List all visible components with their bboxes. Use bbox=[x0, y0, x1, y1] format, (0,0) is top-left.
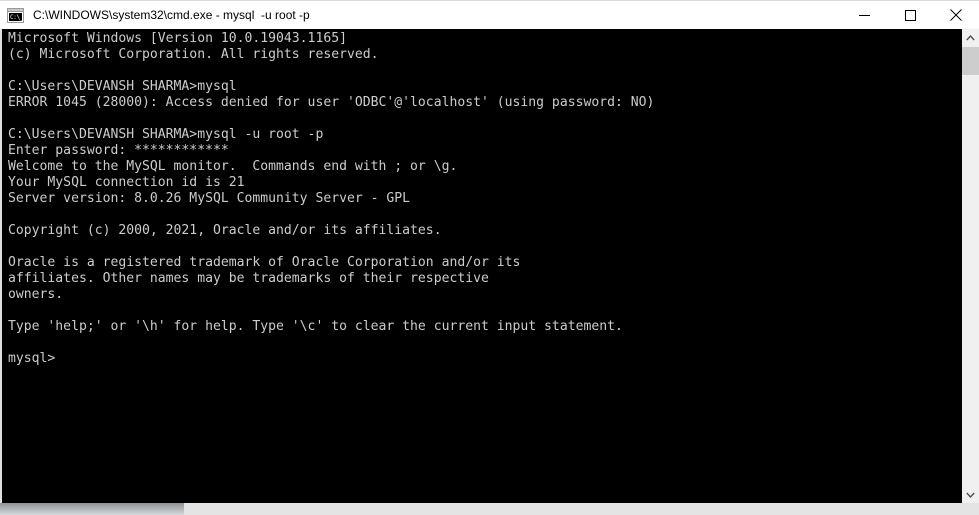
close-button[interactable] bbox=[933, 1, 979, 30]
console-line: C:\Users\DEVANSH SHARMA>mysql -u root -p bbox=[8, 127, 324, 142]
console-text: Microsoft Windows [Version 10.0.19043.11… bbox=[8, 31, 958, 367]
chevron-up-icon bbox=[966, 34, 975, 40]
console-line: Welcome to the MySQL monitor. Commands e… bbox=[8, 159, 458, 174]
window-title: C:\WINDOWS\system32\cmd.exe - mysql -u r… bbox=[33, 8, 310, 22]
console-line: Oracle is a registered trademark of Orac… bbox=[8, 255, 521, 270]
minimize-icon bbox=[858, 14, 870, 16]
chevron-down-icon bbox=[966, 492, 975, 498]
console-line: Copyright (c) 2000, 2021, Oracle and/or … bbox=[8, 223, 442, 238]
maximize-icon bbox=[904, 9, 916, 21]
cmd-window: C:\_ C:\WINDOWS\system32\cmd.exe - mysql… bbox=[0, 0, 979, 515]
scroll-down-button[interactable] bbox=[962, 486, 979, 503]
console-line: ERROR 1045 (28000): Access denied for us… bbox=[8, 95, 655, 110]
vertical-scrollbar-thumb[interactable] bbox=[962, 47, 979, 75]
console-line: Server version: 8.0.26 MySQL Community S… bbox=[8, 191, 411, 206]
minimize-button[interactable] bbox=[841, 1, 887, 30]
title-bar[interactable]: C:\_ C:\WINDOWS\system32\cmd.exe - mysql… bbox=[0, 0, 979, 29]
scroll-up-button[interactable] bbox=[962, 29, 979, 46]
cmd-icon-titlestrip bbox=[8, 8, 23, 12]
maximize-button[interactable] bbox=[887, 1, 933, 30]
horizontal-scrollbar-track[interactable] bbox=[184, 503, 979, 515]
console-line: Enter password: ************ bbox=[8, 143, 229, 158]
horizontal-scrollbar[interactable] bbox=[0, 503, 979, 515]
title-bar-left: C:\_ C:\WINDOWS\system32\cmd.exe - mysql… bbox=[0, 7, 841, 23]
console-line: (c) Microsoft Corporation. All rights re… bbox=[8, 47, 379, 62]
horizontal-scrollbar-thumb[interactable] bbox=[0, 503, 184, 515]
console-line: affiliates. Other names may be trademark… bbox=[8, 271, 489, 286]
console-line: Your MySQL connection id is 21 bbox=[8, 175, 245, 190]
cmd-icon-screen: C:\_ bbox=[9, 12, 22, 21]
console-line: mysql> bbox=[8, 351, 56, 366]
cmd-console-icon: C:\_ bbox=[7, 7, 24, 23]
vertical-scrollbar-track[interactable] bbox=[962, 46, 979, 486]
console-line: owners. bbox=[8, 287, 64, 302]
console-line: Microsoft Windows [Version 10.0.19043.11… bbox=[8, 31, 347, 46]
console-output-area[interactable]: Microsoft Windows [Version 10.0.19043.11… bbox=[0, 29, 979, 503]
vertical-scrollbar[interactable] bbox=[962, 29, 979, 503]
window-controls bbox=[841, 1, 979, 30]
close-icon bbox=[950, 9, 962, 21]
console-line: Type 'help;' or '\h' for help. Type '\c'… bbox=[8, 319, 623, 334]
console-line: C:\Users\DEVANSH SHARMA>mysql bbox=[8, 79, 237, 94]
